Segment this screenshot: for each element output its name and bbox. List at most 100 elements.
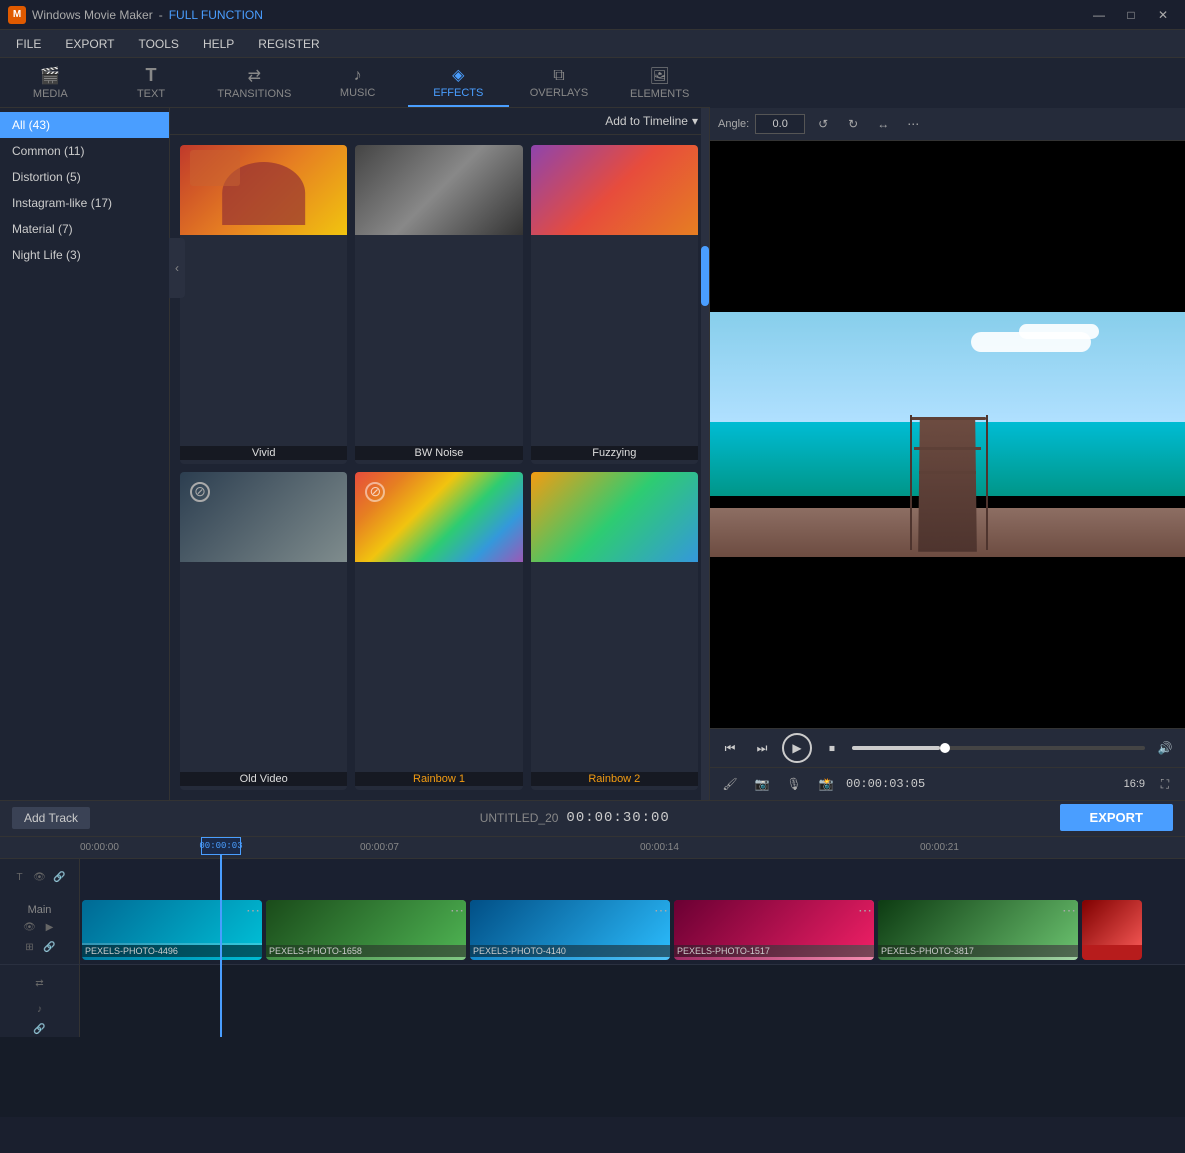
bottom-bar: Add Track UNTITLED_20 00:00:30:00 EXPORT xyxy=(0,800,1185,834)
track-audio-icon[interactable]: ♪ xyxy=(32,1001,48,1017)
clip-4[interactable]: PEXELS-PHOTO-1517 ⋯ xyxy=(674,900,874,960)
track-lock-icon[interactable]: ⊞ xyxy=(22,940,38,956)
effects-header: Add to Timeline ▾ xyxy=(170,108,708,135)
titlebar-left: M Windows Movie Maker - FULL FUNCTION xyxy=(8,6,263,24)
effect-rainbow1[interactable]: ⊘ Rainbow 1 xyxy=(355,472,522,791)
tab-media[interactable]: 🎬 MEDIA xyxy=(0,58,101,107)
track-row-audio: ♪ 🔗 xyxy=(0,1001,1185,1037)
menu-register[interactable]: REGISTER xyxy=(246,33,331,55)
clip-2-menu[interactable]: ⋯ xyxy=(450,902,464,919)
tab-elements[interactable]: 🖼 ELEMENTS xyxy=(609,58,710,107)
track-audio-link-icon[interactable]: 🔗 xyxy=(32,1021,48,1037)
track-name-main: Main xyxy=(28,904,52,916)
tab-transitions[interactable]: ⇄ TRANSITIONS xyxy=(201,58,307,107)
track-content-text xyxy=(80,859,1185,895)
track-eye-icon-text[interactable]: 👁 xyxy=(32,869,48,885)
preview-pier xyxy=(918,417,977,551)
maximize-button[interactable]: □ xyxy=(1117,5,1145,25)
track-text-icon[interactable]: T xyxy=(12,869,28,885)
effect-rainbow2[interactable]: Rainbow 2 xyxy=(531,472,698,791)
clip-1-menu[interactable]: ⋯ xyxy=(246,902,260,919)
effect-vivid[interactable]: Vivid xyxy=(180,145,347,464)
effect-fuzzying[interactable]: Fuzzying xyxy=(531,145,698,464)
tab-overlays[interactable]: ⧉ OVERLAYS xyxy=(509,58,610,107)
menu-export[interactable]: EXPORT xyxy=(53,33,126,55)
tab-effects[interactable]: ◈ EFFECTS xyxy=(408,58,509,107)
category-instagram[interactable]: Instagram-like (17) xyxy=(0,190,169,216)
close-button[interactable]: ✕ xyxy=(1149,5,1177,25)
total-timecode: 00:00:30:00 xyxy=(566,810,669,826)
track-link-icon-text[interactable]: 🔗 xyxy=(52,869,68,885)
clip-6[interactable] xyxy=(1082,900,1142,960)
clip-5-menu[interactable]: ⋯ xyxy=(1062,902,1076,919)
track-icons-text: T 👁 🔗 xyxy=(12,869,68,885)
export-button[interactable]: EXPORT xyxy=(1060,804,1173,831)
tab-transitions-label: TRANSITIONS xyxy=(217,88,291,100)
camera-tool-button[interactable]: 📷 xyxy=(750,772,774,796)
track-link-icon[interactable]: 🔗 xyxy=(42,940,58,956)
clip-4-menu[interactable]: ⋯ xyxy=(858,902,872,919)
add-track-button[interactable]: Add Track xyxy=(12,807,90,829)
clip-5[interactable]: PEXELS-PHOTO-3817 ⋯ xyxy=(878,900,1078,960)
track-transform-icon[interactable]: ⇄ xyxy=(32,975,48,991)
mic-tool-button[interactable]: 🎙 xyxy=(782,772,806,796)
effects-scrollbar-thumb[interactable] xyxy=(701,246,709,306)
effect-bwnoise[interactable]: BW Noise xyxy=(355,145,522,464)
elements-icon: 🖼 xyxy=(649,66,669,86)
app-logo: M xyxy=(8,6,26,24)
tab-music[interactable]: ♪ MUSIC xyxy=(307,58,408,107)
track-mute-icon[interactable]: ▶ xyxy=(42,920,58,936)
tab-bar: 🎬 MEDIA T TEXT ⇄ TRANSITIONS ♪ MUSIC ◈ E… xyxy=(0,58,710,108)
ruler-mark-21: 00:00:21 xyxy=(920,842,959,853)
effect-rainbow1-label: Rainbow 1 xyxy=(355,772,522,786)
effects-scrollbar[interactable] xyxy=(701,108,709,800)
play-button[interactable]: ▶ xyxy=(782,733,812,763)
clip-2[interactable]: PEXELS-PHOTO-1658 ⋯ xyxy=(266,900,466,960)
effect-fuzzying-label: Fuzzying xyxy=(531,446,698,460)
menu-file[interactable]: FILE xyxy=(4,33,53,55)
category-material[interactable]: Material (7) xyxy=(0,216,169,242)
add-timeline-chevron-icon: ▾ xyxy=(692,114,698,128)
category-all[interactable]: All (43) xyxy=(0,112,169,138)
stop-button[interactable]: ⏹ xyxy=(820,736,844,760)
clip-1[interactable]: PEXELS-PHOTO-4496 ⋯ xyxy=(82,900,262,960)
current-time-display: 00:00:03:05 xyxy=(846,777,925,791)
progress-bar[interactable] xyxy=(852,746,1145,750)
angle-input[interactable] xyxy=(755,114,805,134)
category-common[interactable]: Common (11) xyxy=(0,138,169,164)
clip-3-menu[interactable]: ⋯ xyxy=(654,902,668,919)
preview-cloud2 xyxy=(1019,324,1099,339)
add-to-timeline-button[interactable]: Add to Timeline ▾ xyxy=(605,114,698,128)
app-name: Windows Movie Maker xyxy=(32,8,153,22)
effects-panel: Add to Timeline ▾ Vivid xyxy=(170,108,709,800)
preview-panel: Angle: ↺ ↻ ↔ ⋯ xyxy=(710,108,1185,800)
menu-help[interactable]: HELP xyxy=(191,33,246,55)
volume-button[interactable]: 🔊 xyxy=(1153,736,1177,760)
screenshot-tool-button[interactable]: 📸 xyxy=(814,772,838,796)
menu-tools[interactable]: TOOLS xyxy=(126,33,190,55)
rotate-left-button[interactable]: ↺ xyxy=(811,112,835,136)
clip-3[interactable]: PEXELS-PHOTO-4140 ⋯ xyxy=(470,900,670,960)
preview-toolbar: Angle: ↺ ↻ ↔ ⋯ xyxy=(710,108,1185,141)
fullscreen-button[interactable]: ⛶ xyxy=(1153,772,1177,796)
flip-button[interactable]: ↔ xyxy=(871,112,895,136)
tab-text[interactable]: T TEXT xyxy=(101,58,202,107)
minimize-button[interactable]: — xyxy=(1085,5,1113,25)
paint-tool-button[interactable]: 🖌 xyxy=(718,772,742,796)
track-icons-main: 👁 ▶ xyxy=(22,920,58,936)
category-distortion[interactable]: Distortion (5) xyxy=(0,164,169,190)
rotate-right-button[interactable]: ↻ xyxy=(841,112,865,136)
timeline-tracks: T 👁 🔗 Main 👁 ▶ ⊞ 🔗 xyxy=(0,859,1185,1153)
progress-fill xyxy=(852,746,940,750)
more-options-button[interactable]: ⋯ xyxy=(901,112,925,136)
effect-oldvideo[interactable]: ⊘ Old Video xyxy=(180,472,347,791)
track-eye-icon[interactable]: 👁 xyxy=(22,920,38,936)
playhead-time: 00:00:03 xyxy=(201,837,241,855)
category-nightlife[interactable]: Night Life (3) xyxy=(0,242,169,268)
track-content-audio xyxy=(80,1001,1185,1037)
skip-start-button[interactable]: ⏮ xyxy=(718,736,742,760)
prev-frame-button[interactable]: ⏭ xyxy=(750,736,774,760)
ruler-mark-14: 00:00:14 xyxy=(640,842,679,853)
collapse-panel-button[interactable]: ‹ xyxy=(169,238,185,298)
track-icons-main2: ⊞ 🔗 xyxy=(22,940,58,956)
